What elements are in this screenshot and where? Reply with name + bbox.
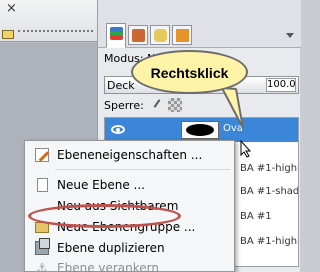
menu-item-anchor-layer: ⚓ Ebene verankern	[27, 258, 232, 272]
paths-icon	[154, 29, 167, 42]
layer-context-menu: Ebeneneigenschaften ... Neue Ebene ... N…	[24, 140, 235, 272]
callout-bubble: Rechtsklick	[131, 50, 248, 94]
menu-item-layer-properties[interactable]: Ebeneneigenschaften ...	[27, 145, 232, 165]
channels-icon	[132, 29, 145, 42]
layer-thumbnail	[181, 121, 219, 139]
canvas-toolbar: ×	[0, 0, 97, 42]
opacity-label: Deck	[107, 79, 135, 92]
tab-layers[interactable]	[106, 23, 126, 48]
opacity-value-field[interactable]: 100.0	[266, 78, 296, 92]
lock-row: Sperre:	[104, 98, 299, 114]
layer-name: BA #1-shado	[240, 186, 299, 197]
tab-paths[interactable]	[150, 25, 170, 45]
menu-item-label: Neue Ebene ...	[57, 178, 145, 192]
folder-icon[interactable]	[0, 27, 14, 40]
layers-icon	[110, 27, 123, 40]
visibility-eye-icon[interactable]	[111, 125, 125, 134]
layer-name: BA #1-highlig	[240, 163, 298, 174]
lock-pixels-icon[interactable]	[152, 99, 162, 111]
layer-name: Ova	[223, 123, 243, 134]
layer-properties-icon	[35, 148, 49, 162]
menu-item-label: Ebene verankern	[57, 261, 159, 272]
lock-label: Sperre:	[104, 99, 144, 112]
duplicate-layer-icon	[35, 238, 50, 255]
new-layer-icon	[37, 178, 48, 192]
tab-undo[interactable]	[172, 25, 192, 45]
highlight-ellipse-annotation	[28, 204, 181, 228]
tab-menu-arrow-icon[interactable]	[285, 30, 295, 40]
anchor-icon: ⚓	[36, 261, 48, 272]
ruler	[18, 30, 93, 36]
tab-channels[interactable]	[128, 25, 148, 45]
menu-item-duplicate-layer[interactable]: Ebene duplizieren	[27, 238, 232, 258]
undo-history-icon	[176, 29, 189, 42]
layer-name: BA #1	[240, 211, 272, 222]
menu-item-label: Ebene duplizieren	[57, 241, 165, 255]
layer-row[interactable]: Ova	[105, 118, 298, 142]
dock-tab-strip	[98, 0, 301, 48]
lock-alpha-icon[interactable]	[168, 98, 182, 112]
menu-separator	[55, 169, 230, 170]
callout-text: Rechtsklick	[150, 65, 229, 81]
close-icon[interactable]: ×	[6, 1, 17, 16]
layer-name: BA #1-highlight	[240, 236, 298, 247]
menu-item-new-layer[interactable]: Neue Ebene ...	[27, 175, 232, 195]
menu-item-label: Ebeneneigenschaften ...	[57, 148, 203, 162]
